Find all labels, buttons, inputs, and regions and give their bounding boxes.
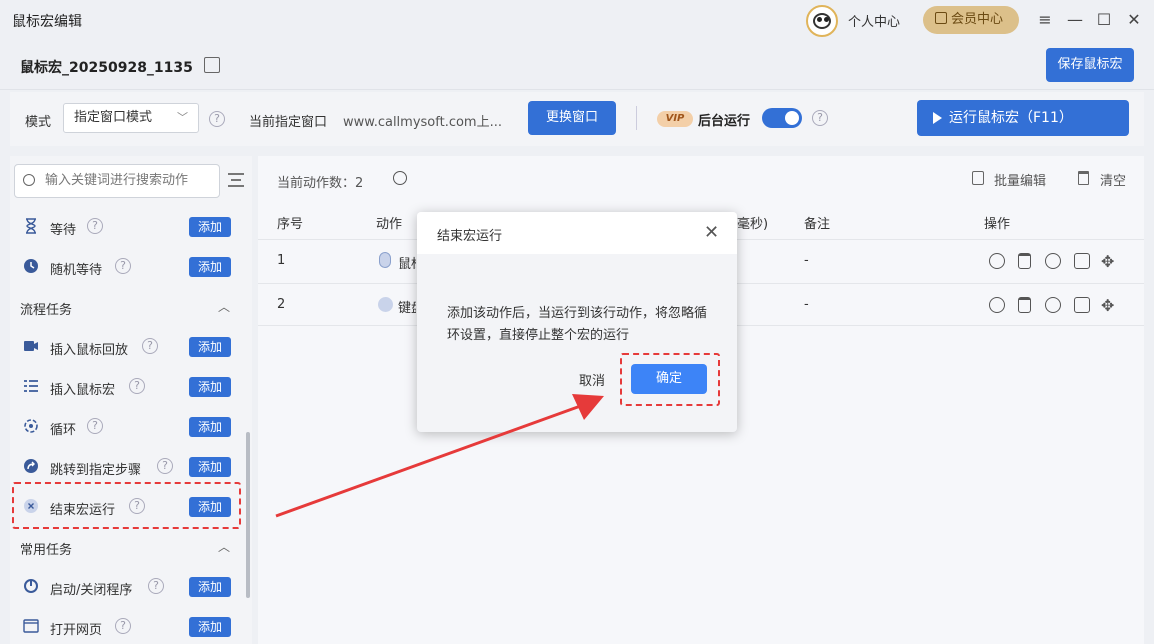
annotation-arrow <box>275 394 604 518</box>
